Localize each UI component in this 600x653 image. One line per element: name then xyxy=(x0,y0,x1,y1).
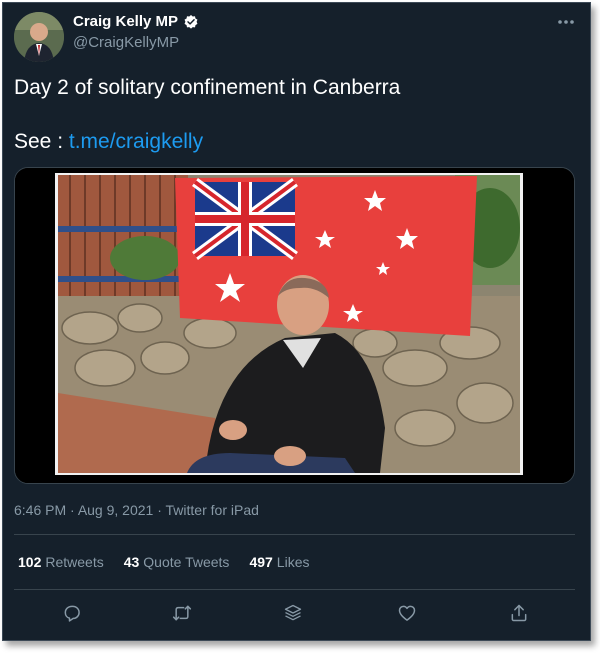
retweet-icon[interactable] xyxy=(167,598,197,628)
more-options-icon[interactable] xyxy=(553,9,579,35)
quote-tweets-count: 43 xyxy=(123,554,140,570)
tweet-source[interactable]: Twitter for iPad xyxy=(166,502,259,518)
meta-separator-1: · xyxy=(66,502,78,518)
tweet-line-2: See : t.me/craigkelly xyxy=(14,129,400,155)
tweet-text: Day 2 of solitary confinement in Canberr… xyxy=(14,75,400,155)
divider xyxy=(14,589,575,590)
tweet-media-video[interactable] xyxy=(14,167,575,484)
reply-icon[interactable] xyxy=(57,598,87,628)
tweet-timestamp[interactable]: 6:46 PM · Aug 9, 2021 · Twitter for iPad xyxy=(14,502,259,518)
tweet-line-1: Day 2 of solitary confinement in Canberr… xyxy=(14,76,401,99)
tweet-date[interactable]: Aug 9, 2021 xyxy=(78,502,154,518)
share-stack-icon[interactable] xyxy=(278,598,308,628)
retweets-label: Retweets xyxy=(45,554,104,570)
likes-label: Likes xyxy=(276,554,310,570)
like-icon[interactable] xyxy=(392,598,422,628)
quote-tweets-stat[interactable]: 43 Quote Tweets xyxy=(124,554,230,570)
tweet-card: Craig Kelly MP @CraigKellyMP Day 2 of so… xyxy=(2,2,591,641)
avatar[interactable] xyxy=(14,12,64,62)
verified-badge-icon xyxy=(183,14,199,30)
retweets-count: 102 xyxy=(18,554,42,570)
share-icon[interactable] xyxy=(504,598,534,628)
meta-separator-2: · xyxy=(153,502,166,518)
likes-count: 497 xyxy=(249,554,273,570)
quote-tweets-label: Quote Tweets xyxy=(143,554,230,570)
retweets-stat[interactable]: 102 Retweets xyxy=(18,554,104,570)
see-label: See : xyxy=(14,130,69,153)
video-frame-image xyxy=(15,168,574,483)
likes-stat[interactable]: 497 Likes xyxy=(249,554,309,570)
tweet-time[interactable]: 6:46 PM xyxy=(14,502,66,518)
author-name-row[interactable]: Craig Kelly MP xyxy=(73,13,199,30)
tweet-actions-bar xyxy=(14,598,575,628)
author-display-name[interactable]: Craig Kelly MP xyxy=(73,13,178,30)
telegram-link[interactable]: t.me/craigkelly xyxy=(69,130,203,153)
author-handle[interactable]: @CraigKellyMP xyxy=(73,34,179,51)
engagement-stats: 102 Retweets 43 Quote Tweets 497 Likes xyxy=(18,554,309,570)
divider xyxy=(14,534,575,535)
